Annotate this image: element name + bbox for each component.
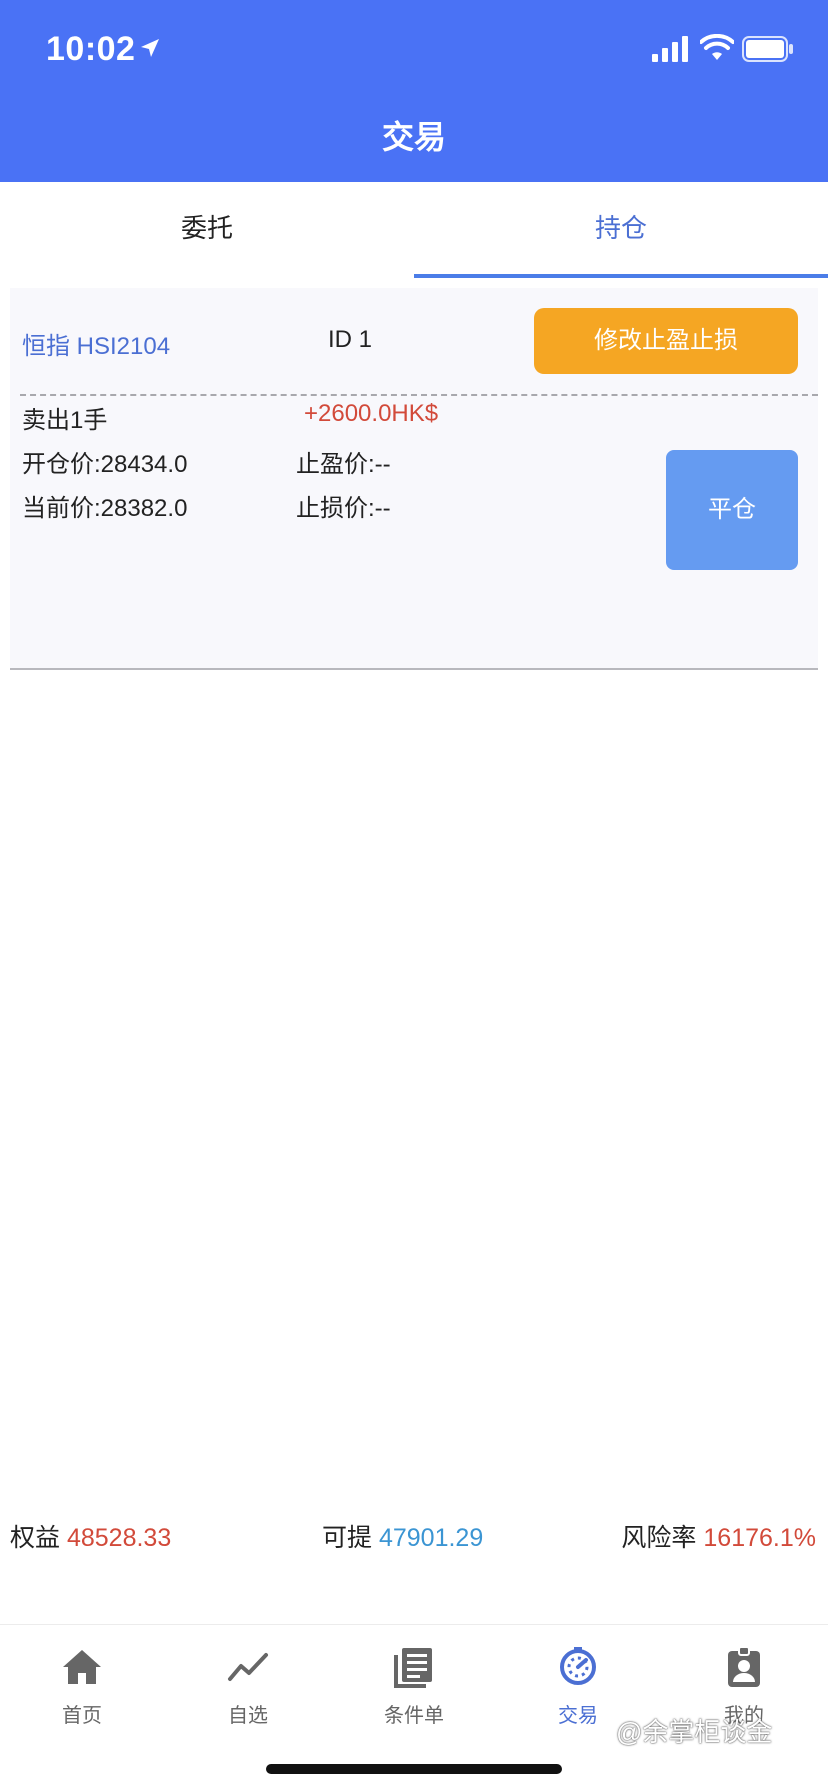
cellular-signal-icon xyxy=(652,36,688,62)
nav-label-home: 首页 xyxy=(62,1705,102,1727)
header: 10:02 交易 xyxy=(0,0,828,182)
available-label: 可提 xyxy=(322,1524,373,1552)
nav-conditional-orders[interactable]: 条件单 xyxy=(354,1645,474,1728)
tab-orders[interactable]: 委托 xyxy=(0,182,414,278)
battery-icon xyxy=(742,36,793,62)
trade-screen: 10:02 交易 委托 持仓 恒指 HSI2104 ID 1 修改止盈止损 卖出… xyxy=(0,0,828,1792)
equity-summary: 权益 48528.33 xyxy=(10,1518,171,1554)
nav-home[interactable]: 首页 xyxy=(22,1645,142,1728)
modify-tp-sl-button[interactable]: 修改止盈止损 xyxy=(534,308,798,374)
available-summary: 可提 47901.29 xyxy=(322,1518,483,1554)
risk-summary: 风险率 16176.1% xyxy=(621,1518,816,1554)
home-indicator xyxy=(266,1764,562,1774)
home-icon xyxy=(63,1650,101,1684)
watermark: @余掌柜谈金 xyxy=(616,1717,773,1747)
available-value: 47901.29 xyxy=(378,1524,484,1552)
stop-loss-price: 止损价:-- xyxy=(296,495,391,522)
tab-bar: 委托 持仓 xyxy=(0,182,828,278)
status-time: 10:02 xyxy=(46,30,136,68)
tab-positions[interactable]: 持仓 xyxy=(414,182,828,278)
location-arrow-icon xyxy=(141,39,159,57)
position-card: 恒指 HSI2104 ID 1 修改止盈止损 卖出1手 +2600.0HK$ 开… xyxy=(10,288,818,670)
risk-label: 风险率 xyxy=(621,1524,697,1552)
take-profit-price: 止盈价:-- xyxy=(296,451,391,478)
nav-watchlist[interactable]: 自选 xyxy=(188,1645,308,1728)
trend-icon xyxy=(228,1653,268,1681)
risk-value: 16176.1% xyxy=(703,1524,816,1552)
open-price: 开仓价:28434.0 xyxy=(22,451,188,478)
equity-label: 权益 xyxy=(10,1524,61,1552)
nav-label-watchlist: 自选 xyxy=(228,1705,268,1727)
page-title: 交易 xyxy=(381,119,446,155)
position-symbol: 恒指 HSI2104 xyxy=(22,333,171,360)
status-bar: 10:02 xyxy=(0,0,828,100)
nav-label-conditional-orders: 条件单 xyxy=(384,1705,444,1727)
divider xyxy=(20,394,818,396)
position-id: ID 1 xyxy=(328,326,373,353)
timer-icon xyxy=(560,1647,596,1685)
equity-value: 48528.33 xyxy=(66,1524,172,1552)
wifi-icon xyxy=(700,34,734,60)
account-summary: 权益 48528.33 可提 47901.29 风险率 16176.1% xyxy=(0,1518,828,1558)
document-icon xyxy=(394,1648,432,1688)
close-position-button[interactable]: 平仓 xyxy=(666,450,798,570)
profile-badge-icon xyxy=(728,1646,760,1687)
position-pnl: +2600.0HK$ xyxy=(304,400,439,427)
position-side: 卖出1手 xyxy=(22,407,108,434)
active-tab-indicator xyxy=(414,274,828,278)
current-price: 当前价:28382.0 xyxy=(22,495,188,522)
